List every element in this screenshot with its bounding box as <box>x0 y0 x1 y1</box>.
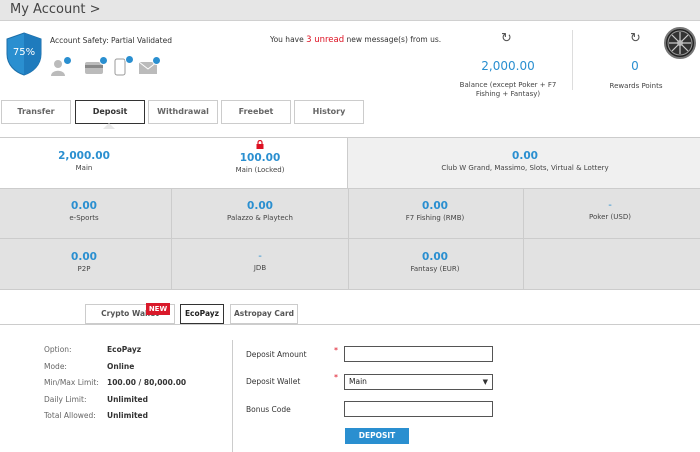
wallet-esports: 0.00 e-Sports <box>69 200 99 222</box>
required-mark: * <box>334 346 338 355</box>
daily-limit-label: Daily Limit: <box>44 395 87 404</box>
chevron-down-icon: ▼ <box>482 378 488 386</box>
tab-withdrawal[interactable]: Withdrawal <box>148 100 218 124</box>
wallet-palazzo-playtech: 0.00 Palazzo & Playtech <box>227 200 293 222</box>
new-badge: NEW <box>146 303 170 315</box>
email-verified-icon <box>138 56 161 76</box>
deposit-amount-input[interactable] <box>344 346 493 362</box>
deposit-wallet-label: Deposit Wallet <box>246 377 301 386</box>
total-allowed-label: Total Allowed: <box>44 411 96 420</box>
deposit-amount-label: Deposit Amount <box>246 350 307 359</box>
phone-verified-icon <box>114 55 134 76</box>
account-safety-label: Account Safety: Partial Validated <box>50 36 172 45</box>
tab-history[interactable]: History <box>294 100 364 124</box>
daily-limit-value: Unlimited <box>107 395 148 404</box>
balance-label: Balance (except Poker + F7 Fishing + Fan… <box>459 81 557 98</box>
option-value: EcoPayz <box>107 345 142 354</box>
option-label: Option: <box>44 345 72 354</box>
security-shield-icon: 75% <box>5 32 43 76</box>
tab-transfer[interactable]: Transfer <box>1 100 71 124</box>
bonus-code-label: Bonus Code <box>246 405 291 414</box>
limit-value: 100.00 / 80,000.00 <box>107 378 187 387</box>
safety-percent: 75% <box>13 47 35 58</box>
unread-messages-notice[interactable]: You have 3 unread new message(s) from us… <box>270 34 445 46</box>
tab-deposit[interactable]: Deposit <box>75 100 145 124</box>
divider <box>572 30 573 90</box>
mode-label: Mode: <box>44 362 67 371</box>
rewards-label: Rewards Points <box>609 82 663 90</box>
refresh-balance-icon[interactable]: ↻ <box>501 31 512 46</box>
page-title: My Account > <box>10 2 101 17</box>
wallet-poker: - Poker (USD) <box>589 200 631 221</box>
bonus-code-input[interactable] <box>344 401 493 417</box>
tab-freebet[interactable]: Freebet <box>221 100 291 124</box>
rewards-value: 0 <box>631 59 639 73</box>
limit-label: Min/Max Limit: <box>44 378 99 387</box>
rewards-wheel-icon[interactable] <box>664 27 696 59</box>
refresh-rewards-icon[interactable]: ↻ <box>630 31 641 46</box>
wallet-main: 2,000.00 Main <box>58 150 110 172</box>
divider <box>0 324 700 325</box>
wallet-club-w: 0.00 Club W Grand, Massimo, Slots, Virtua… <box>441 150 609 172</box>
wallet-f7-fishing: 0.00 F7 Fishing (RMB) <box>405 200 465 222</box>
active-tab-pointer <box>103 123 115 129</box>
lock-icon <box>190 139 330 152</box>
tab-ecopayz[interactable]: EcoPayz <box>180 304 224 324</box>
deposit-wallet-select[interactable]: Main ▼ <box>344 374 493 390</box>
user-verified-icon <box>50 56 72 76</box>
title-bar: My Account > <box>0 0 700 21</box>
deposit-button[interactable]: DEPOSIT <box>345 428 409 444</box>
tab-astropay-card[interactable]: Astropay Card <box>230 304 298 324</box>
mode-value: Online <box>107 362 135 371</box>
total-allowed-value: Unlimited <box>107 411 148 420</box>
wallet-fantasy: 0.00 Fantasy (EUR) <box>410 251 460 273</box>
divider <box>232 340 233 452</box>
wallet-jdb: - JDB <box>253 251 267 272</box>
balance-value: 2,000.00 <box>481 59 535 73</box>
card-verified-icon <box>84 56 108 76</box>
wallet-p2p: 0.00 P2P <box>71 251 97 273</box>
required-mark: * <box>334 373 338 382</box>
unread-count[interactable]: 3 unread <box>306 35 344 45</box>
wallet-main-locked: 100.00 Main (Locked) <box>190 139 330 174</box>
